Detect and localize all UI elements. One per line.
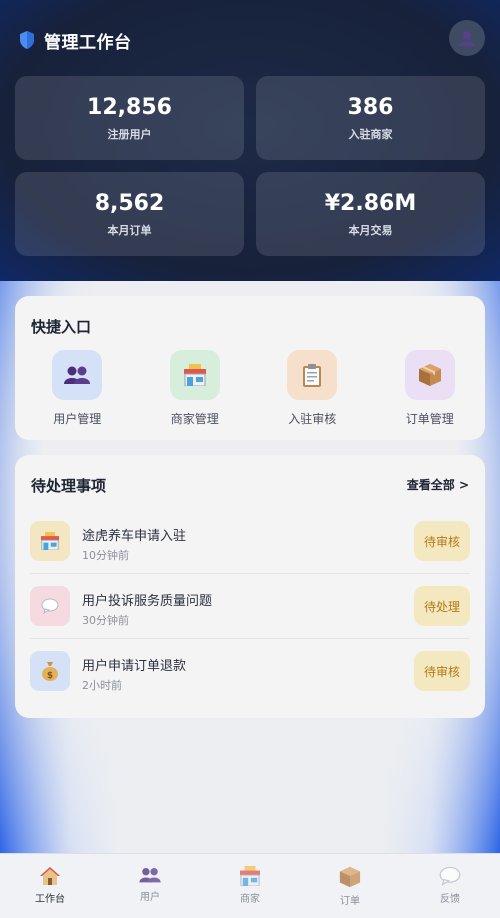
- shield-icon: [20, 31, 34, 49]
- stat-card-monthly-orders[interactable]: 8,562 本月订单: [15, 172, 244, 256]
- quick-item-label: 商家管理: [170, 412, 219, 426]
- package-icon: [404, 350, 455, 400]
- task-time: 30分钟前: [82, 614, 129, 627]
- users-icon: [52, 350, 103, 400]
- tab-label: 订单: [340, 896, 360, 907]
- tab-label: 商家: [240, 894, 260, 905]
- stat-value: ¥2.86M: [324, 190, 417, 216]
- stat-card-monthly-transactions[interactable]: ¥2.86M 本月交易: [256, 172, 485, 256]
- quick-item-order-management[interactable]: 订单管理: [375, 350, 486, 427]
- quick-item-label: 入驻审核: [288, 412, 337, 426]
- house-icon: [40, 867, 60, 885]
- tab-users[interactable]: 用户: [100, 854, 200, 918]
- divider: [30, 638, 470, 639]
- task-title: 用户申请订单退款: [82, 659, 187, 674]
- stat-value: 386: [347, 94, 394, 120]
- task-status-badge[interactable]: 待审核: [414, 521, 470, 561]
- clipboard-icon: [287, 350, 338, 400]
- stat-label: 本月订单: [107, 223, 152, 237]
- tab-label: 工作台: [35, 894, 65, 905]
- quick-entry-grid: 用户管理 商家管理 入驻审核 订单管理: [15, 350, 485, 427]
- tab-orders[interactable]: 订单: [300, 854, 400, 918]
- money-bag-icon: $: [30, 651, 70, 691]
- tab-merchants[interactable]: 商家: [200, 854, 300, 918]
- stat-value: 8,562: [94, 190, 165, 216]
- quick-item-onboarding-review[interactable]: 入驻审核: [257, 350, 368, 427]
- svg-text:$: $: [47, 671, 53, 681]
- stats-grid: 12,856 注册用户 386 入驻商家 8,562 本月订单 ¥2.86M 本…: [15, 76, 485, 256]
- task-time: 10分钟前: [82, 549, 129, 562]
- view-all-link[interactable]: 查看全部 >: [407, 476, 469, 493]
- stat-label: 本月交易: [348, 223, 393, 237]
- pending-tasks-title: 待处理事项: [31, 477, 107, 495]
- store-icon: [30, 521, 70, 561]
- task-time: 2小时前: [82, 679, 122, 692]
- stat-card-merchants[interactable]: 386 入驻商家: [256, 76, 485, 160]
- tab-feedback[interactable]: 反馈: [400, 854, 500, 918]
- stat-card-registered-users[interactable]: 12,856 注册用户: [15, 76, 244, 160]
- task-title: 用户投诉服务质量问题: [82, 594, 213, 609]
- stat-value: 12,856: [87, 94, 172, 120]
- speech-bubble-icon: [439, 866, 461, 886]
- divider: [30, 573, 470, 574]
- bottom-tab-bar: 工作台 用户 商家 订单 反馈: [0, 853, 500, 918]
- task-item[interactable]: 用户投诉服务质量问题 30分钟前 待处理: [30, 578, 470, 643]
- task-item[interactable]: $ 用户申请订单退款 2小时前 待审核: [30, 643, 470, 708]
- quick-entry-title: 快捷入口: [31, 318, 92, 336]
- tab-label: 反馈: [440, 894, 460, 905]
- quick-entry-card: 快捷入口 用户管理 商家管理 入驻审核 订单管理: [15, 296, 485, 440]
- stat-label: 注册用户: [107, 127, 152, 141]
- quick-item-merchant-management[interactable]: 商家管理: [140, 350, 251, 427]
- store-icon: [240, 866, 260, 886]
- quick-item-label: 用户管理: [53, 412, 102, 426]
- users-icon: [139, 868, 161, 883]
- task-item[interactable]: 途虎养车申请入驻 10分钟前 待审核: [30, 513, 470, 578]
- dashboard-header: 管理工作台 12,856 注册用户 386 入驻商家 8,562 本月订单 ¥2…: [0, 0, 500, 281]
- quick-item-user-management[interactable]: 用户管理: [22, 350, 133, 427]
- store-icon: [169, 350, 220, 400]
- task-title: 途虎养车申请入驻: [82, 529, 187, 544]
- top-bar: 管理工作台: [20, 20, 485, 56]
- stat-label: 入驻商家: [348, 127, 393, 141]
- task-status-badge[interactable]: 待审核: [414, 651, 470, 691]
- avatar[interactable]: [449, 20, 485, 56]
- quick-item-label: 订单管理: [405, 412, 454, 426]
- task-status-badge[interactable]: 待处理: [414, 586, 470, 626]
- package-icon: [339, 866, 361, 888]
- user-avatar-icon: [459, 31, 475, 46]
- tab-workbench[interactable]: 工作台: [0, 854, 100, 918]
- speech-bubble-icon: [30, 586, 70, 626]
- pending-tasks-card: 待处理事项 查看全部 > 途虎养车申请入驻 10分钟前 待审核 用户投诉服务质量…: [15, 455, 485, 718]
- app-title: 管理工作台: [44, 32, 132, 53]
- tab-label: 用户: [140, 892, 160, 903]
